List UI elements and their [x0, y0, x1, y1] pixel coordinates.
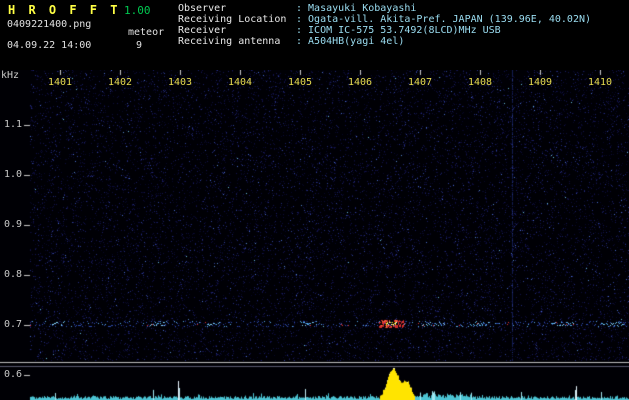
freq-tick-label: 1.1: [3, 119, 22, 130]
hrofft-window: H R O F F T 1.00 0409221400.png meteor 0…: [0, 0, 629, 400]
station-info: Observer: Masayuki Kobayashi Receiving Lo…: [178, 3, 591, 47]
output-filename: 0409221400.png: [7, 19, 92, 30]
spectrogram-canvas: [0, 70, 629, 400]
time-tick-label: 1403: [167, 77, 193, 88]
info-row: Receiving antenna : A504HB(yagi 4el): [178, 36, 591, 47]
time-tick-label: 1404: [227, 77, 253, 88]
time-tick-label: 1409: [527, 77, 553, 88]
freq-tick-label: 0.7: [3, 319, 22, 330]
info-label: Receiver: [178, 25, 227, 36]
info-row: Receiver : ICOM IC-575 53.7492(8LCD)MHz U…: [178, 25, 591, 36]
time-tick-label: 1402: [107, 77, 133, 88]
time-tick-label: 1408: [467, 77, 493, 88]
spectrogram-panel: kHz 1.1 1.0 0.9 0.8 0.7 0.6 1401 1402 1403 1404 1…: [0, 70, 629, 400]
freq-unit-label: kHz: [1, 70, 20, 81]
info-value: : A504HB(yagi 4el): [296, 36, 405, 47]
freq-tick-label: 0.9: [3, 219, 22, 230]
info-label: Observer: [178, 3, 227, 14]
timestamp: 04.09.22 14:00: [7, 40, 92, 51]
freq-tick-label: 0.8: [3, 269, 22, 280]
time-tick-label: 1407: [407, 77, 433, 88]
info-label: Receiving antenna: [178, 36, 281, 47]
info-row: Observer : Masayuki Kobayashi: [178, 3, 591, 14]
info-value: : Ogata-vill. Akita-Pref. JAPAN (139.96E…: [296, 14, 592, 25]
mode-label: meteor: [128, 27, 165, 38]
app-version: 1.00: [124, 4, 151, 17]
freq-tick-label: 0.6: [3, 369, 22, 380]
echo-count: 9: [136, 40, 143, 51]
freq-tick-label: 1.0: [3, 169, 22, 180]
time-tick-label: 1405: [287, 77, 313, 88]
time-tick-label: 1410: [587, 77, 613, 88]
info-row: Receiving Location : Ogata-vill. Akita-Pr…: [178, 14, 591, 25]
app-title: H R O F F T: [8, 3, 121, 17]
info-label: Receiving Location: [178, 14, 287, 25]
info-value: : Masayuki Kobayashi: [296, 3, 417, 14]
time-tick-label: 1401: [47, 77, 73, 88]
time-tick-label: 1406: [347, 77, 373, 88]
info-value: : ICOM IC-575 53.7492(8LCD)MHz USB: [296, 25, 501, 36]
